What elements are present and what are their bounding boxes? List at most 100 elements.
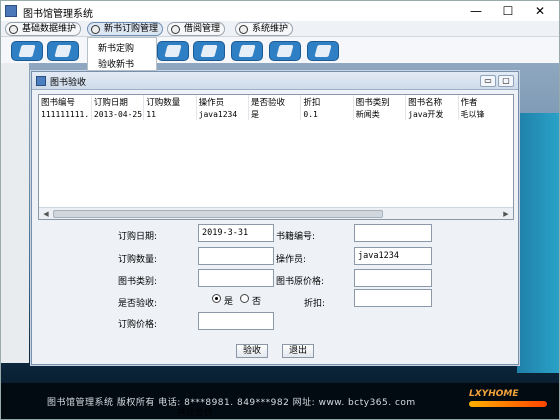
edit-icon bbox=[276, 45, 294, 57]
footer-bar: 图书馆管理系统 版权所有 电话: 8***8981. 849***982 网址:… bbox=[1, 383, 559, 419]
book-return-icon bbox=[200, 45, 218, 57]
table-cell: 是 bbox=[248, 109, 302, 120]
dialog-title: 图书验收 bbox=[50, 78, 87, 88]
table-cell: 0.1 bbox=[300, 109, 354, 120]
accept-button[interactable]: 验收 bbox=[236, 344, 268, 358]
table-cell: java1234 bbox=[196, 109, 250, 120]
pen-icon bbox=[54, 45, 72, 57]
exit-button[interactable]: 退出 bbox=[282, 344, 314, 358]
column-header[interactable]: 订购日期 bbox=[91, 95, 145, 109]
background-stripe bbox=[1, 63, 29, 363]
column-header[interactable]: 图书编号 bbox=[39, 95, 92, 109]
toolbar-return-button[interactable] bbox=[193, 41, 225, 61]
menu-radio-icon bbox=[91, 25, 100, 34]
category-field[interactable] bbox=[198, 269, 274, 287]
background-decoration bbox=[517, 113, 559, 373]
column-header[interactable]: 折扣 bbox=[300, 95, 354, 109]
radio-selected-dot bbox=[215, 297, 218, 300]
column-header[interactable]: 是否验收 bbox=[248, 95, 302, 109]
logo-text: LXYHOME bbox=[469, 389, 519, 399]
scroll-left-icon[interactable]: ◀ bbox=[41, 210, 51, 218]
toolbar-tools-button[interactable] bbox=[307, 41, 339, 61]
orig-price-field[interactable] bbox=[354, 269, 432, 287]
app-icon bbox=[5, 5, 17, 17]
book-no-field[interactable] bbox=[354, 224, 432, 242]
radio-no[interactable] bbox=[240, 294, 249, 303]
menu-radio-icon bbox=[171, 25, 180, 34]
operator-label: 操作员: bbox=[276, 255, 307, 265]
price-field[interactable] bbox=[198, 312, 274, 330]
menu-bar: 基础数据维护 新书订购管理 借阅管理 系统维护 bbox=[1, 21, 559, 37]
discount-label: 折扣: bbox=[304, 299, 326, 309]
menu-new-book-order[interactable]: 新书订购管理 bbox=[87, 22, 164, 36]
radio-no-label: 否 bbox=[252, 297, 262, 307]
horizontal-scrollbar[interactable]: ◀ ▶ bbox=[39, 207, 513, 219]
orig-price-label: 图书原价格: bbox=[276, 277, 325, 287]
menu-item-accept-books[interactable]: 验收新书 bbox=[98, 57, 134, 70]
logo: LXYHOME bbox=[469, 387, 549, 409]
column-header[interactable]: 图书类别 bbox=[353, 95, 407, 109]
dialog-maximize-button[interactable]: ▢ bbox=[498, 75, 514, 87]
price-label: 订购价格: bbox=[118, 320, 158, 330]
toolbar-book-open-button[interactable] bbox=[157, 41, 189, 61]
search-icon bbox=[238, 45, 256, 57]
order-table: 图书编号 订购日期 订购数量 操作员 是否验收 折扣 图书类别 图书名称 作者 … bbox=[38, 94, 514, 220]
minimize-button[interactable]: — bbox=[463, 3, 489, 19]
table-cell: 新闻类 bbox=[353, 109, 407, 120]
menu-label: 新书订购管理 bbox=[104, 24, 159, 34]
checked-label: 是否验收: bbox=[118, 299, 158, 309]
footer-text: 图书馆管理系统 版权所有 电话: 8***8981. 849***982 网址:… bbox=[47, 398, 416, 408]
table-cell: 2013-04-25 bbox=[91, 109, 145, 120]
column-header[interactable]: 作者 bbox=[458, 95, 513, 109]
toolbar bbox=[1, 37, 559, 63]
menu-label: 借阅管理 bbox=[184, 24, 221, 34]
main-window: 图书馆管理系统 — ☐ ✕ 基础数据维护 新书订购管理 借阅管理 系统维护 新书… bbox=[0, 0, 560, 420]
dialog-icon bbox=[36, 76, 46, 86]
book-icon bbox=[18, 45, 36, 57]
table-cell: 111111111... bbox=[39, 109, 92, 120]
menu-system[interactable]: 系统维护 bbox=[235, 22, 294, 36]
qty-label: 订购数量: bbox=[118, 255, 158, 265]
close-button[interactable]: ✕ bbox=[527, 3, 553, 19]
menu-label: 基础数据维护 bbox=[22, 24, 77, 34]
menu-radio-icon bbox=[9, 25, 18, 34]
column-header[interactable]: 订购数量 bbox=[143, 95, 197, 109]
discount-field[interactable] bbox=[354, 289, 432, 307]
column-header[interactable]: 图书名称 bbox=[405, 95, 459, 109]
radio-yes-label: 是 bbox=[224, 297, 234, 307]
toolbar-book-button[interactable] bbox=[11, 41, 43, 61]
book-no-label: 书籍编号: bbox=[276, 232, 316, 242]
toolbar-pen-button[interactable] bbox=[47, 41, 79, 61]
table-cell: java开发 bbox=[405, 109, 459, 120]
table-header-row: 图书编号 订购日期 订购数量 操作员 是否验收 折扣 图书类别 图书名称 作者 bbox=[39, 95, 513, 109]
operator-field[interactable]: java1234 bbox=[354, 247, 432, 265]
maximize-button[interactable]: ☐ bbox=[495, 3, 521, 19]
menu-item-new-order[interactable]: 新书定购 bbox=[98, 41, 134, 54]
table-cell: 毛以锋 bbox=[458, 109, 513, 120]
book-acceptance-dialog: 图书验收 ▭ ▢ 图书编号 订购日期 订购数量 操作员 是否验收 折扣 图书类别… bbox=[31, 71, 519, 365]
toolbar-edit-button[interactable] bbox=[269, 41, 301, 61]
menu-basic-data[interactable]: 基础数据维护 bbox=[5, 22, 82, 36]
table-row[interactable]: 111111111... 2013-04-25 11 java1234 是 0.… bbox=[39, 109, 513, 120]
title-bar: 图书馆管理系统 — ☐ ✕ bbox=[1, 1, 559, 21]
order-dropdown-menu: 新书定购 验收新书 bbox=[87, 37, 157, 71]
menu-label: 系统维护 bbox=[252, 24, 289, 34]
tools-icon bbox=[314, 45, 332, 57]
category-label: 图书类别: bbox=[118, 277, 158, 287]
toolbar-search-button[interactable] bbox=[231, 41, 263, 61]
logo-swoosh bbox=[469, 401, 547, 407]
dialog-title-bar: 图书验收 ▭ ▢ bbox=[32, 72, 518, 90]
menu-borrow[interactable]: 借阅管理 bbox=[167, 22, 226, 36]
menu-radio-icon bbox=[239, 25, 248, 34]
scrollbar-thumb[interactable] bbox=[53, 210, 383, 218]
column-header[interactable]: 操作员 bbox=[196, 95, 250, 109]
status-text: 共计总价 bbox=[177, 408, 214, 418]
order-date-field[interactable]: 2019-3-31 bbox=[198, 224, 274, 242]
table-cell: 11 bbox=[143, 109, 197, 120]
radio-yes[interactable] bbox=[212, 294, 221, 303]
dialog-minimize-button[interactable]: ▭ bbox=[480, 75, 496, 87]
qty-field[interactable] bbox=[198, 247, 274, 265]
window-title: 图书馆管理系统 bbox=[23, 9, 93, 20]
book-open-icon bbox=[164, 45, 182, 57]
scroll-right-icon[interactable]: ▶ bbox=[501, 210, 511, 218]
